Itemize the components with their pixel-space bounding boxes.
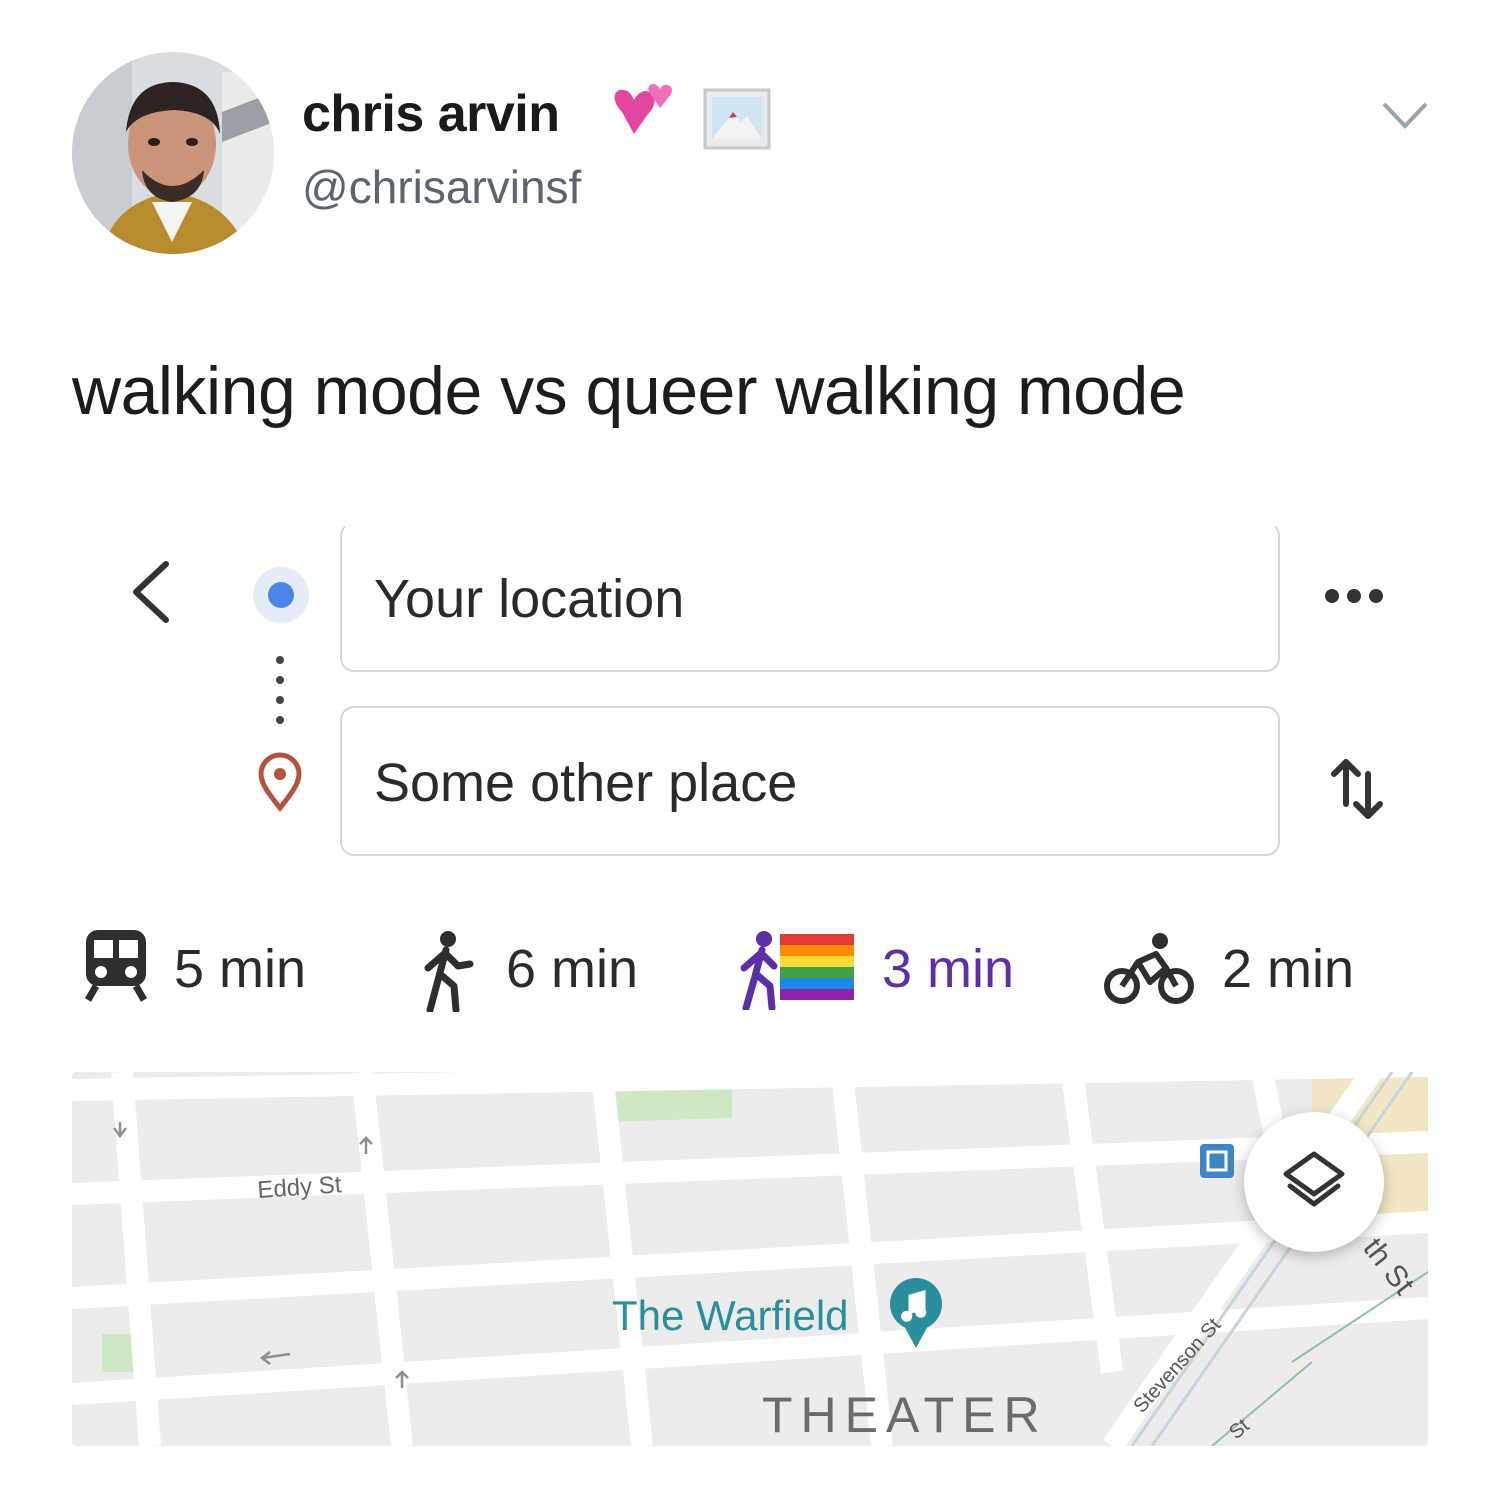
avatar[interactable] (72, 52, 274, 254)
destination-pin-icon (255, 752, 305, 813)
transit-duration[interactable]: 5 min (174, 938, 306, 1000)
more-options-icon[interactable] (1322, 584, 1386, 608)
train-icon[interactable] (82, 928, 150, 1007)
queer-walking-duration[interactable]: 3 min (882, 938, 1014, 1000)
origin-input[interactable]: Your location (340, 522, 1280, 672)
two-hearts-icon (604, 82, 678, 150)
place-label-warfield: The Warfield (612, 1292, 849, 1339)
destination-input[interactable]: Some other place (340, 706, 1280, 856)
walking-rainbow-flag-icon[interactable] (738, 930, 856, 1015)
layers-icon (1283, 1151, 1345, 1207)
route-dots-icon (270, 650, 290, 730)
framed-picture-icon (703, 88, 771, 150)
walking-duration[interactable]: 6 min (506, 938, 638, 1000)
swap-directions-icon[interactable] (1324, 752, 1390, 826)
layers-button[interactable] (1244, 1112, 1384, 1252)
tweet-text: walking mode vs queer walking mode (72, 353, 1186, 429)
walking-icon[interactable] (420, 930, 476, 1017)
district-label-theater: THEATER (762, 1387, 1048, 1443)
back-arrow-icon[interactable] (120, 552, 180, 632)
origin-input-value: Your location (374, 569, 685, 629)
map-view[interactable]: Eddy St The Warfield THEATER Stevenson S… (72, 1072, 1428, 1446)
destination-input-value: Some other place (374, 753, 798, 813)
origin-dot-icon (252, 566, 310, 624)
bicycle-icon[interactable] (1104, 932, 1196, 1011)
user-handle[interactable]: @chrisarvinsf (302, 160, 581, 214)
chevron-down-icon[interactable] (1380, 98, 1430, 132)
display-name[interactable]: chris arvin (302, 84, 560, 144)
bicycle-duration[interactable]: 2 min (1222, 938, 1354, 1000)
